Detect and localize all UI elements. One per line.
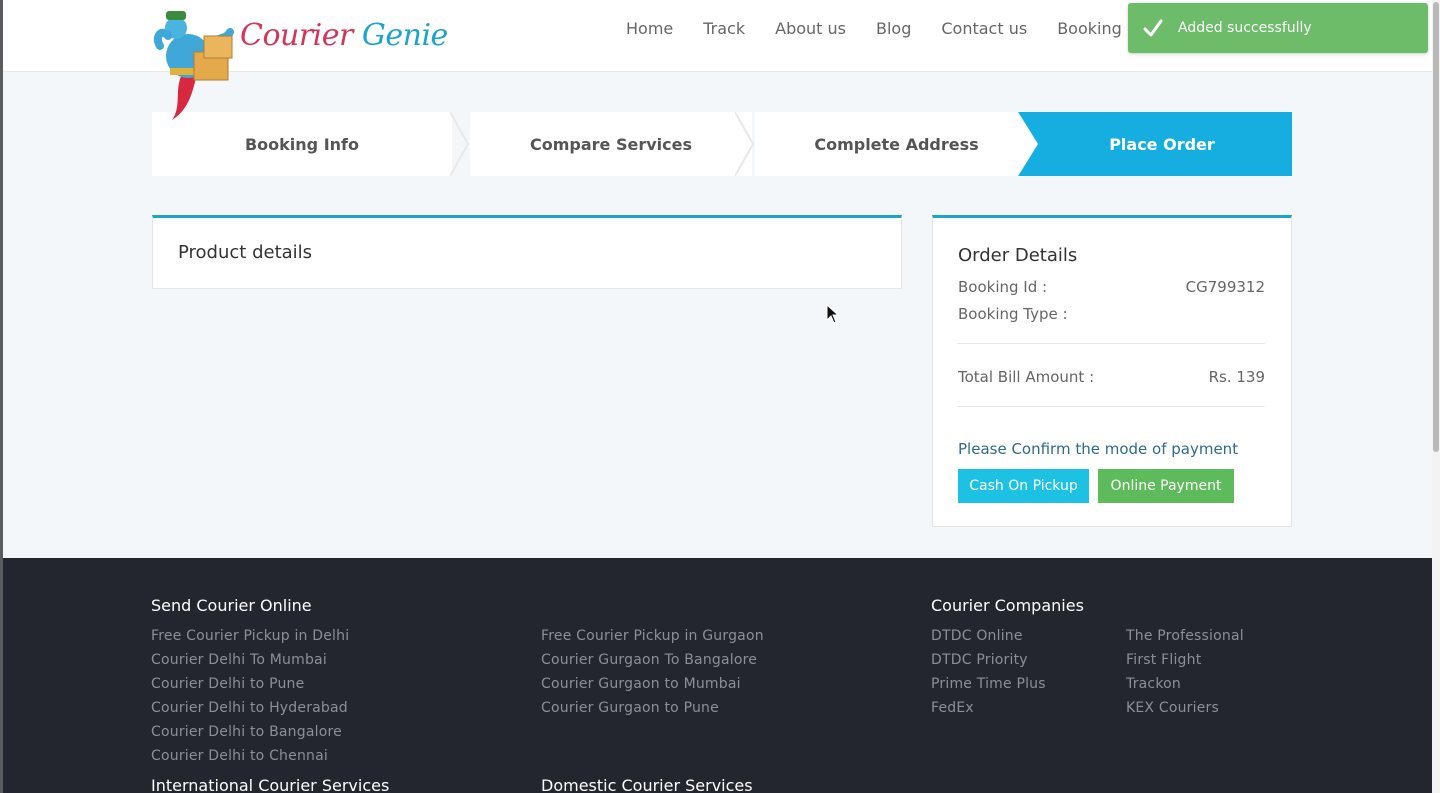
footer-link[interactable]: DTDC Online xyxy=(931,624,1084,648)
step-label: Complete Address xyxy=(814,134,979,154)
footer-intl-title: International Courier Services xyxy=(151,776,390,793)
footer-link[interactable]: Courier Delhi to Chennai xyxy=(151,744,389,768)
product-details-title: Product details xyxy=(178,242,313,263)
footer-link[interactable]: Courier Gurgaon To Bangalore xyxy=(541,648,764,672)
step-label: Compare Services xyxy=(529,134,692,154)
footer-courier-companies: Courier Companies DTDC Online DTDC Prior… xyxy=(931,596,1084,720)
success-toast[interactable]: Added successfully xyxy=(1128,3,1428,53)
footer-domestic-title: Domestic Courier Services xyxy=(541,776,753,793)
booking-id-row: Booking Id : CG799312 xyxy=(958,278,1265,296)
brand-part-1: Courier xyxy=(240,18,353,53)
booking-id-value: CG799312 xyxy=(1185,278,1265,296)
step-label: Booking Info xyxy=(244,134,359,154)
mouse-cursor-icon xyxy=(826,304,840,324)
nav-home[interactable]: Home xyxy=(626,19,673,38)
nav-about-us[interactable]: About us xyxy=(775,19,846,38)
total-bill-row: Total Bill Amount : Rs. 139 xyxy=(958,368,1265,386)
step-separator-active xyxy=(1018,112,1040,176)
order-details-title: Order Details xyxy=(958,245,1078,266)
footer-link[interactable]: KEX Couriers xyxy=(1126,696,1244,720)
booking-id-label: Booking Id : xyxy=(958,278,1048,296)
step-complete-address[interactable]: Complete Address xyxy=(755,112,1038,176)
divider xyxy=(958,343,1265,344)
brand-wordmark: Courier Genie xyxy=(240,18,448,53)
nav-blog[interactable]: Blog xyxy=(876,19,911,38)
window-edge xyxy=(0,0,3,793)
step-place-order[interactable]: Place Order xyxy=(1032,112,1292,176)
footer-link[interactable]: Courier Gurgaon to Mumbai xyxy=(541,672,764,696)
booking-type-label: Booking Type : xyxy=(958,305,1068,323)
footer-send-courier-2: Free Courier Pickup in Gurgaon Courier G… xyxy=(541,624,764,793)
online-payment-button[interactable]: Online Payment xyxy=(1098,469,1234,503)
total-bill-value: Rs. 139 xyxy=(1208,368,1265,386)
footer-link[interactable]: Courier Delhi to Bangalore xyxy=(151,720,389,744)
step-compare-services[interactable]: Compare Services xyxy=(470,112,752,176)
footer-link[interactable]: First Flight xyxy=(1126,648,1244,672)
footer-link[interactable]: Courier Delhi To Mumbai xyxy=(151,648,389,672)
genie-mascot-icon xyxy=(153,11,234,120)
check-icon xyxy=(1143,19,1163,37)
footer-link[interactable]: The Professional xyxy=(1126,624,1244,648)
step-label: Place Order xyxy=(1109,134,1215,154)
footer-send-title: Send Courier Online xyxy=(151,596,312,615)
main-nav: Home Track About us Blog Contact us Book… xyxy=(626,19,1152,38)
booking-type-row: Booking Type : xyxy=(958,305,1265,323)
footer-link[interactable]: Free Courier Pickup in Gurgaon xyxy=(541,624,764,648)
cash-on-pickup-button[interactable]: Cash On Pickup xyxy=(958,469,1089,503)
site-footer: Send Courier Online Free Courier Pickup … xyxy=(3,558,1440,793)
brand-part-2: Genie xyxy=(361,18,448,53)
footer-link[interactable]: DTDC Priority xyxy=(931,648,1084,672)
footer-companies-title: Courier Companies xyxy=(931,596,1084,615)
payment-confirm-text: Please Confirm the mode of payment xyxy=(958,440,1239,458)
toast-message: Added successfully xyxy=(1178,20,1312,36)
footer-link[interactable]: Trackon xyxy=(1126,672,1244,696)
footer-courier-companies-2: The Professional First Flight Trackon KE… xyxy=(1126,624,1244,720)
order-details-panel: Order Details Booking Id : CG799312 Book… xyxy=(932,215,1292,527)
courier-genie-logo[interactable]: Courier Genie xyxy=(152,6,448,124)
nav-contact-us[interactable]: Contact us xyxy=(941,19,1027,38)
footer-send-courier: Send Courier Online Free Courier Pickup … xyxy=(151,596,389,793)
footer-link[interactable]: Courier Delhi to Pune xyxy=(151,672,389,696)
footer-link[interactable]: FedEx xyxy=(931,696,1084,720)
footer-link[interactable]: Prime Time Plus xyxy=(931,672,1084,696)
nav-track[interactable]: Track xyxy=(703,19,745,38)
nav-booking[interactable]: Booking xyxy=(1057,19,1122,38)
product-details-panel: Product details xyxy=(152,215,902,289)
footer-link[interactable]: Free Courier Pickup in Delhi xyxy=(151,624,389,648)
footer-link[interactable]: Courier Gurgaon to Pune xyxy=(541,696,764,720)
page-scrollbar[interactable] xyxy=(1432,0,1440,793)
total-bill-label: Total Bill Amount : xyxy=(958,368,1095,386)
scrollbar-thumb[interactable] xyxy=(1433,2,1439,452)
footer-link[interactable]: Courier Delhi to Hyderabad xyxy=(151,696,389,720)
divider xyxy=(958,406,1265,407)
